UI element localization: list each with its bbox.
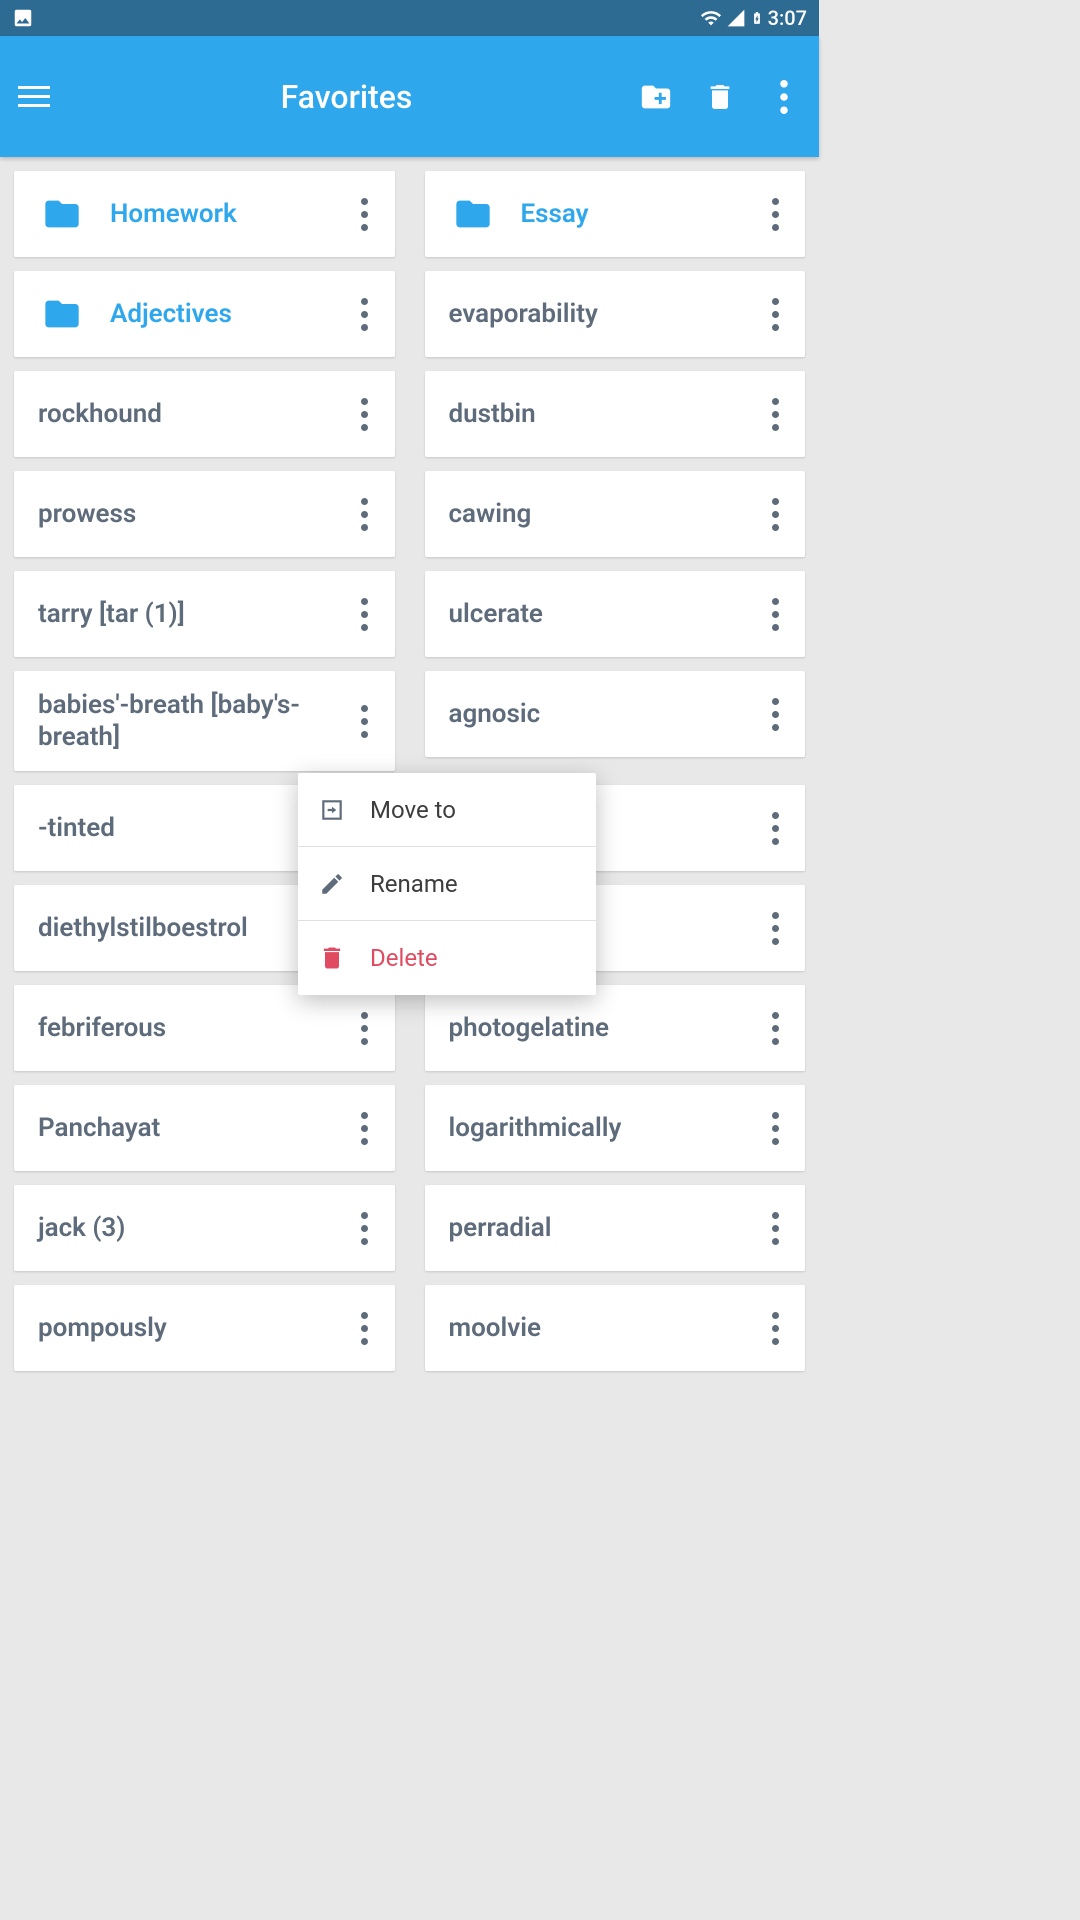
- card-options-button[interactable]: [757, 1304, 793, 1352]
- menu-item-rename[interactable]: Rename: [298, 847, 596, 921]
- card-options-button[interactable]: [757, 1204, 793, 1252]
- word-card[interactable]: photogelatine: [425, 985, 806, 1071]
- word-card[interactable]: Panchayat: [14, 1085, 395, 1171]
- card-label: Adjectives: [110, 298, 347, 331]
- delete-button[interactable]: [703, 80, 737, 114]
- folder-card[interactable]: Homework: [14, 171, 395, 257]
- word-card[interactable]: jack (3): [14, 1185, 395, 1271]
- card-label: perradial: [449, 1212, 758, 1245]
- word-card[interactable]: perradial: [425, 1185, 806, 1271]
- menu-label: Delete: [370, 944, 438, 972]
- card-label: pompously: [38, 1312, 347, 1345]
- card-options-button[interactable]: [347, 1304, 383, 1352]
- word-card[interactable]: babies'-breath [baby's-breath]: [14, 671, 395, 771]
- card-options-button[interactable]: [757, 804, 793, 852]
- card-label: jack (3): [38, 1212, 347, 1245]
- card-options-button[interactable]: [757, 1104, 793, 1152]
- overflow-button[interactable]: [767, 80, 801, 114]
- card-options-button[interactable]: [757, 390, 793, 438]
- card-label: Essay: [521, 198, 758, 231]
- card-options-button[interactable]: [347, 1004, 383, 1052]
- card-options-button[interactable]: [757, 1004, 793, 1052]
- card-label: cawing: [449, 498, 758, 531]
- card-options-button[interactable]: [757, 690, 793, 738]
- menu-item-move-to[interactable]: Move to: [298, 773, 596, 847]
- status-left: [12, 7, 34, 29]
- word-card[interactable]: cawing: [425, 471, 806, 557]
- app-bar: Favorites: [0, 36, 819, 157]
- word-card[interactable]: pompously: [14, 1285, 395, 1371]
- word-card[interactable]: evaporability: [425, 271, 806, 357]
- menu-button[interactable]: [18, 79, 54, 115]
- card-label: Homework: [110, 198, 347, 231]
- trash-icon: [316, 942, 348, 974]
- card-options-button[interactable]: [347, 1204, 383, 1252]
- card-options-button[interactable]: [347, 1104, 383, 1152]
- card-label: agnosic: [449, 698, 758, 731]
- word-card[interactable]: febriferous: [14, 985, 395, 1071]
- card-options-button[interactable]: [347, 590, 383, 638]
- card-label: rockhound: [38, 398, 347, 431]
- battery-charging-icon: [750, 7, 764, 29]
- card-options-button[interactable]: [757, 290, 793, 338]
- card-options-button[interactable]: [347, 390, 383, 438]
- card-label: dustbin: [449, 398, 758, 431]
- folder-card[interactable]: Essay: [425, 171, 806, 257]
- card-label: moolvie: [449, 1312, 758, 1345]
- card-options-button[interactable]: [347, 190, 383, 238]
- card-label: logarithmically: [449, 1112, 758, 1145]
- image-icon: [12, 7, 34, 29]
- word-card[interactable]: logarithmically: [425, 1085, 806, 1171]
- status-time: 3:07: [768, 6, 807, 30]
- card-options-button[interactable]: [757, 590, 793, 638]
- card-options-button[interactable]: [347, 697, 383, 745]
- context-menu: Move to Rename Delete: [298, 773, 596, 995]
- card-label: evaporability: [449, 298, 758, 331]
- folder-icon: [38, 294, 86, 334]
- move-to-icon: [316, 794, 348, 826]
- page-title: Favorites: [54, 78, 639, 116]
- folder-card[interactable]: Adjectives: [14, 271, 395, 357]
- card-label: photogelatine: [449, 1012, 758, 1045]
- folder-icon: [449, 194, 497, 234]
- pencil-icon: [316, 868, 348, 900]
- card-label: tarry [tar (1)]: [38, 598, 347, 631]
- card-label: ulcerate: [449, 598, 758, 631]
- word-card[interactable]: moolvie: [425, 1285, 806, 1371]
- favorites-grid: Homework Essay Adjectives evaporability rock…: [0, 157, 819, 1385]
- card-options-button[interactable]: [757, 190, 793, 238]
- menu-item-delete[interactable]: Delete: [298, 921, 596, 995]
- status-bar: 3:07: [0, 0, 819, 36]
- card-label: babies'-breath [baby's-breath]: [38, 689, 347, 754]
- folder-icon: [38, 194, 86, 234]
- word-card[interactable]: rockhound: [14, 371, 395, 457]
- card-label: febriferous: [38, 1012, 347, 1045]
- word-card[interactable]: dustbin: [425, 371, 806, 457]
- card-options-button[interactable]: [757, 904, 793, 952]
- wifi-icon: [700, 7, 722, 29]
- app-actions: [639, 80, 801, 114]
- menu-label: Move to: [370, 796, 456, 824]
- new-folder-button[interactable]: [639, 80, 673, 114]
- signal-icon: [726, 8, 746, 28]
- card-options-button[interactable]: [757, 490, 793, 538]
- word-card[interactable]: ulcerate: [425, 571, 806, 657]
- word-card[interactable]: prowess: [14, 471, 395, 557]
- menu-label: Rename: [370, 870, 458, 898]
- card-options-button[interactable]: [347, 490, 383, 538]
- card-label: prowess: [38, 498, 347, 531]
- status-right: 3:07: [700, 6, 807, 30]
- card-label: Panchayat: [38, 1112, 347, 1145]
- card-options-button[interactable]: [347, 290, 383, 338]
- word-card[interactable]: agnosic: [425, 671, 806, 757]
- word-card[interactable]: tarry [tar (1)]: [14, 571, 395, 657]
